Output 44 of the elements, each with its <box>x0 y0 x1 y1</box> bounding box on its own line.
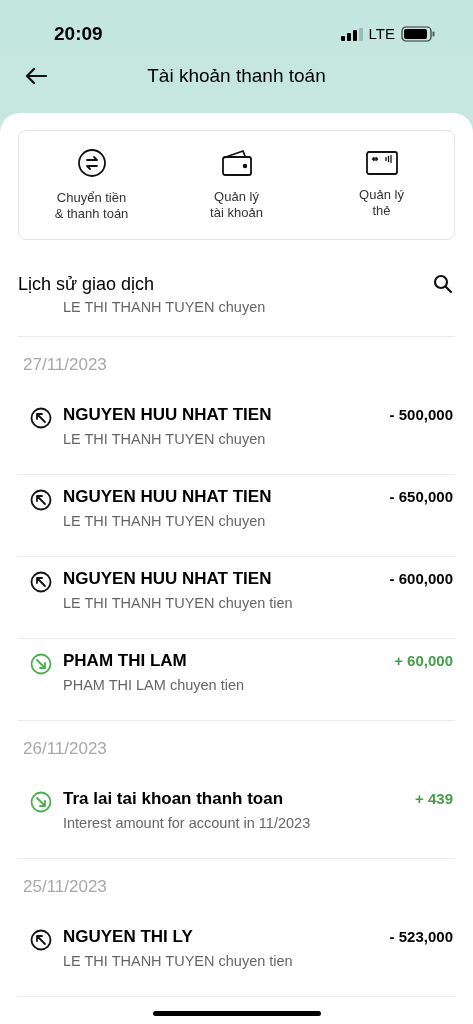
transaction-name: NGUYEN HUU NHAT TIEN <box>63 569 273 589</box>
transaction-name: NGUYEN HUU NHAT TIEN <box>63 487 273 507</box>
transaction-row[interactable]: Tra lai tai khoan thanh toan Interest amount for account in 11/2023 + 439 <box>18 777 455 859</box>
wallet-icon <box>220 149 253 177</box>
history-title: Lịch sử giao dịch <box>18 272 155 296</box>
transaction-note: LE THI THANH TUYEN chuyen <box>63 512 267 530</box>
transaction-amount: + 439 <box>415 789 454 809</box>
transaction-amount: - 500,000 <box>389 405 454 425</box>
transaction-row[interactable]: NGUYEN HUU NHAT TIEN LE THI THANH TUYEN chuyen - 500,000 <box>18 393 455 475</box>
transaction-row[interactable]: LE THI THANH TUYEN chuyen <box>18 298 455 337</box>
transaction-note: LE THI THANH TUYEN chuyen tien <box>63 952 294 970</box>
page-title: Tài khoản thanh toán <box>146 63 327 88</box>
transaction-row[interactable]: NGUYEN HUU NHAT TIEN LE THI THANH TUYEN chuyen - 650,000 <box>18 475 455 557</box>
card-icon <box>365 151 398 175</box>
transaction-row[interactable]: NGUYEN HUU NHAT TIEN LE THI THANH TUYEN chuyen tien - 600,000 <box>18 557 455 639</box>
transaction-note: LE THI THANH TUYEN chuyen tien <box>63 594 294 612</box>
action-button[interactable]: Quản lý tài khoản <box>164 149 309 221</box>
transaction-amount: - 650,000 <box>389 487 454 507</box>
transaction-row[interactable]: NGUYEN THI LY LE THI THANH TUYEN chuyen tien - 523,000 <box>18 915 455 997</box>
signal-icon <box>340 27 363 41</box>
battery-icon <box>401 26 435 42</box>
transaction-name: NGUYEN THI LY <box>63 927 194 947</box>
transaction-name: Tra lai tai khoan thanh toan <box>63 789 285 809</box>
date-header: 25/11/2023 <box>23 876 107 899</box>
transaction-name: NGUYEN HUU NHAT TIEN <box>63 405 273 425</box>
transaction-name: PHAM THI LAM <box>63 651 188 671</box>
transfer-icon <box>76 148 107 178</box>
date-header: 26/11/2023 <box>23 738 107 761</box>
date-header: 27/11/2023 <box>23 354 107 377</box>
transaction-amount: - 600,000 <box>389 569 454 589</box>
action-button[interactable]: Chuyển tiền & thanh toán <box>19 148 164 222</box>
transaction-note: LE THI THANH TUYEN chuyen <box>63 430 267 448</box>
transaction-row[interactable]: PHAM THI LAM PHAM THI LAM chuyen tien + 60,000 <box>18 639 455 721</box>
transaction-amount: - 523,000 <box>389 927 454 947</box>
transaction-note: Interest amount for account in 11/2023 <box>63 814 312 832</box>
transaction-note: PHAM THI LAM chuyen tien <box>63 676 246 694</box>
search-button[interactable] <box>431 272 455 296</box>
back-arrow-icon <box>25 67 47 85</box>
action-button[interactable]: Quản lý thẻ <box>309 151 454 219</box>
transaction-note: LE THI THANH TUYEN chuyen <box>63 298 267 316</box>
transaction-amount: + 60,000 <box>394 651 454 671</box>
search-icon <box>433 274 453 294</box>
network-label: LTE <box>368 23 395 44</box>
status-time: 20:09 <box>54 21 103 46</box>
